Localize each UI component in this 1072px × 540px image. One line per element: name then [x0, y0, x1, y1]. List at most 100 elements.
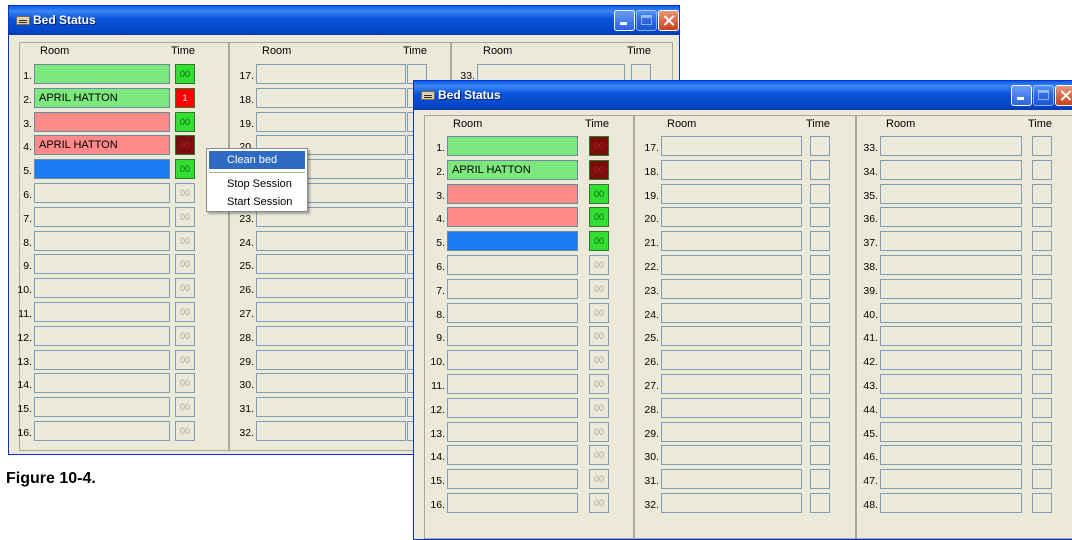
close-button[interactable]: [658, 10, 679, 31]
time-field[interactable]: [810, 136, 830, 156]
room-field[interactable]: [447, 326, 578, 346]
time-field[interactable]: 00: [175, 421, 195, 441]
room-field[interactable]: [256, 231, 406, 251]
room-field[interactable]: [447, 469, 578, 489]
time-field[interactable]: 00: [589, 303, 609, 323]
time-field[interactable]: 00: [589, 136, 609, 156]
room-field[interactable]: APRIL HATTON: [34, 88, 170, 108]
time-field[interactable]: [810, 326, 830, 346]
room-field[interactable]: [256, 373, 406, 393]
menu-item-clean-bed[interactable]: Clean bed: [209, 151, 305, 169]
time-field[interactable]: 00: [589, 207, 609, 227]
room-field[interactable]: [34, 350, 170, 370]
time-field[interactable]: 00: [589, 231, 609, 251]
room-field[interactable]: [447, 255, 578, 275]
title-bar[interactable]: Bed Status: [414, 81, 1072, 110]
minimize-button[interactable]: [1011, 85, 1032, 106]
time-field[interactable]: [810, 445, 830, 465]
room-field[interactable]: [661, 207, 802, 227]
room-field[interactable]: [880, 469, 1022, 489]
room-field[interactable]: [34, 159, 170, 179]
room-field[interactable]: [34, 231, 170, 251]
minimize-button[interactable]: [614, 10, 635, 31]
time-field[interactable]: [1032, 350, 1052, 370]
room-field[interactable]: [34, 421, 170, 441]
room-field[interactable]: [661, 160, 802, 180]
room-field[interactable]: [34, 183, 170, 203]
room-field[interactable]: [880, 279, 1022, 299]
room-field[interactable]: [447, 207, 578, 227]
time-field[interactable]: [1032, 493, 1052, 513]
maximize-button[interactable]: [1033, 85, 1054, 106]
room-field[interactable]: [661, 136, 802, 156]
time-field[interactable]: 00: [175, 373, 195, 393]
time-field[interactable]: 00: [589, 279, 609, 299]
time-field[interactable]: [810, 207, 830, 227]
room-field[interactable]: [447, 422, 578, 442]
time-field[interactable]: 00: [589, 326, 609, 346]
room-field[interactable]: [661, 231, 802, 251]
time-field[interactable]: 00: [175, 112, 195, 132]
room-field[interactable]: [661, 374, 802, 394]
room-field[interactable]: [447, 398, 578, 418]
room-field[interactable]: [880, 136, 1022, 156]
time-field[interactable]: 00: [175, 397, 195, 417]
time-field[interactable]: 00: [589, 374, 609, 394]
time-field[interactable]: 1: [175, 88, 195, 108]
room-field[interactable]: [447, 493, 578, 513]
room-field[interactable]: [447, 303, 578, 323]
room-field[interactable]: [34, 254, 170, 274]
room-field[interactable]: [880, 160, 1022, 180]
time-field[interactable]: [1032, 279, 1052, 299]
room-field[interactable]: [880, 326, 1022, 346]
room-field[interactable]: [447, 279, 578, 299]
room-field[interactable]: [880, 350, 1022, 370]
room-field[interactable]: [661, 493, 802, 513]
time-field[interactable]: [1032, 255, 1052, 275]
time-field[interactable]: [810, 231, 830, 251]
time-field[interactable]: [1032, 374, 1052, 394]
room-field[interactable]: [880, 398, 1022, 418]
time-field[interactable]: [1032, 326, 1052, 346]
room-field[interactable]: [880, 445, 1022, 465]
room-field[interactable]: [256, 278, 406, 298]
time-field[interactable]: 00: [589, 493, 609, 513]
room-field[interactable]: [661, 303, 802, 323]
time-field[interactable]: 00: [175, 254, 195, 274]
room-field[interactable]: [661, 398, 802, 418]
time-field[interactable]: 00: [175, 350, 195, 370]
room-field[interactable]: [256, 326, 406, 346]
room-field[interactable]: APRIL HATTON: [34, 135, 170, 155]
time-field[interactable]: [1032, 303, 1052, 323]
time-field[interactable]: [1032, 231, 1052, 251]
time-field[interactable]: 00: [589, 398, 609, 418]
time-field[interactable]: 00: [175, 207, 195, 227]
room-field[interactable]: [447, 184, 578, 204]
time-field[interactable]: [1032, 469, 1052, 489]
room-field[interactable]: [34, 278, 170, 298]
room-field[interactable]: [34, 64, 170, 84]
time-field[interactable]: 00: [589, 445, 609, 465]
time-field[interactable]: [1032, 136, 1052, 156]
room-field[interactable]: [880, 255, 1022, 275]
time-field[interactable]: [810, 493, 830, 513]
room-field[interactable]: [447, 231, 578, 251]
room-field[interactable]: [256, 64, 406, 84]
time-field[interactable]: [810, 303, 830, 323]
room-field[interactable]: [34, 326, 170, 346]
room-field[interactable]: [34, 302, 170, 322]
time-field[interactable]: 00: [589, 160, 609, 180]
time-field[interactable]: [810, 469, 830, 489]
room-field[interactable]: [447, 350, 578, 370]
room-field[interactable]: [256, 112, 406, 132]
time-field[interactable]: [1032, 398, 1052, 418]
title-bar[interactable]: Bed Status: [9, 6, 679, 35]
time-field[interactable]: [1032, 160, 1052, 180]
room-field[interactable]: [880, 374, 1022, 394]
room-field[interactable]: [447, 374, 578, 394]
time-field[interactable]: 00: [175, 159, 195, 179]
room-field[interactable]: APRIL HATTON: [447, 160, 578, 180]
room-field[interactable]: [661, 326, 802, 346]
time-field[interactable]: 00: [175, 135, 195, 155]
time-field[interactable]: 00: [589, 255, 609, 275]
